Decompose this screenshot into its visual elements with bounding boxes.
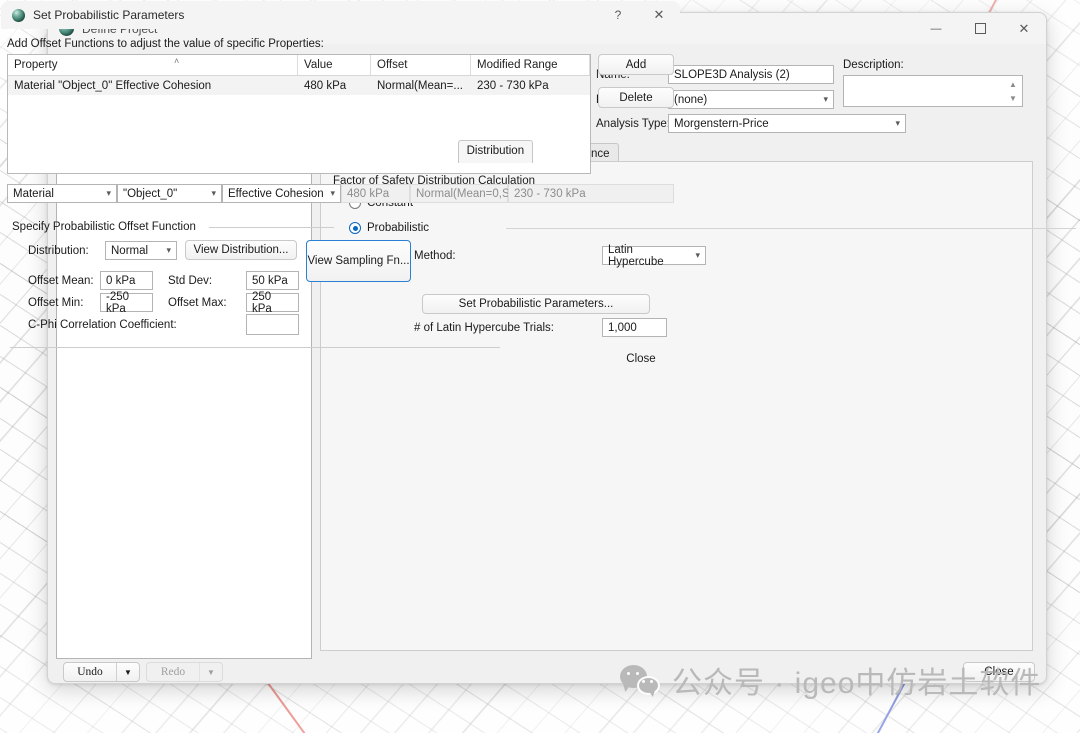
offset-mean-field[interactable]: 0 kPa <box>100 271 153 290</box>
offset-max-label: Offset Max: <box>168 297 227 309</box>
editor-object-value: "Object_0" <box>123 187 178 200</box>
trials-label: # of Latin Hypercube Trials: <box>414 322 554 334</box>
chevron-down-icon: ▾ <box>330 188 335 198</box>
editor-value-field: 480 kPa <box>341 184 410 203</box>
offset-mean-label: Offset Mean: <box>28 275 94 287</box>
offset-max-field[interactable]: 250 kPa <box>246 291 299 315</box>
analysis-type-label: Analysis Type: <box>596 118 670 130</box>
delete-offset-function-button[interactable]: Delete <box>598 87 674 108</box>
parent-dropdown[interactable]: (none) ▾ <box>668 90 834 109</box>
window-controls: — ✕ <box>914 13 1046 44</box>
method-label: Method: <box>414 250 456 262</box>
chevron-down-icon[interactable]: ▼ <box>117 663 139 681</box>
editor-property-dropdown[interactable]: Effective Cohesion ▾ <box>222 184 341 203</box>
chevron-down-icon[interactable]: ▼ <box>200 663 222 681</box>
chevron-down-icon: ▾ <box>695 250 700 260</box>
maximize-icon[interactable] <box>958 13 1002 44</box>
undo-label: Undo <box>64 663 117 681</box>
modal-title: Set Probabilistic Parameters <box>33 8 185 22</box>
name-field[interactable]: SLOPE3D Analysis (2) <box>668 65 834 84</box>
modal-titlebar[interactable]: Set Probabilistic Parameters ? ✕ <box>1 1 680 29</box>
description-scroll-up-icon[interactable]: ▲ <box>1007 78 1019 90</box>
column-header-offset[interactable]: Offset <box>371 55 471 75</box>
modal-window-controls: ? ✕ <box>598 1 680 29</box>
cell-value: 480 kPa <box>304 79 347 92</box>
chevron-down-icon: ▾ <box>823 94 828 104</box>
trials-field[interactable]: 1,000 <box>602 318 667 337</box>
minimize-icon[interactable]: — <box>914 13 958 44</box>
column-header-modified-range[interactable]: Modified Range <box>471 55 590 75</box>
table-header-row: Property Value Offset Modified Range ˄ <box>8 55 590 76</box>
add-offset-function-button[interactable]: Add <box>598 54 674 75</box>
help-icon[interactable]: ? <box>598 1 638 29</box>
table-row[interactable]: Material "Object_0" Effective Cohesion 4… <box>8 76 590 95</box>
distribution-value: Normal <box>111 244 149 257</box>
cell-property: Material "Object_0" Effective Cohesion <box>14 79 212 92</box>
cell-offset: Normal(Mean=... <box>377 79 463 92</box>
cphi-correlation-field[interactable] <box>246 314 299 335</box>
std-dev-label: Std Dev: <box>168 275 213 287</box>
analyses-tree[interactable]: 露天矿-外部导入 3D Geometry SLOPE3D Analysis <box>56 90 312 659</box>
description-scroll-down-icon[interactable]: ▼ <box>1007 92 1019 104</box>
redo-label: Redo <box>147 663 200 681</box>
editor-category-value: Material <box>13 187 54 200</box>
undo-button[interactable]: Undo ▼ <box>63 662 140 682</box>
offset-function-group-title: Specify Probabilistic Offset Function <box>12 221 196 233</box>
chevron-down-icon: ▾ <box>166 245 171 255</box>
chevron-down-icon: ▾ <box>211 188 216 198</box>
offset-min-label: Offset Min: <box>28 297 84 309</box>
editor-category-dropdown[interactable]: Material ▾ <box>7 184 117 203</box>
analysis-type-dropdown[interactable]: Morgenstern-Price ▾ <box>668 114 906 133</box>
view-distribution-button[interactable]: View Distribution... <box>185 240 297 260</box>
std-dev-field[interactable]: 50 kPa <box>246 271 299 290</box>
method-dropdown[interactable]: Latin Hypercube ▾ <box>602 243 706 268</box>
set-probabilistic-parameters-button[interactable]: Set Probabilistic Parameters... <box>422 294 650 314</box>
editor-property-value: Effective Cohesion <box>228 187 324 200</box>
app-sphere-icon <box>12 8 25 22</box>
column-header-property[interactable]: Property <box>8 55 298 75</box>
parent-value: (none) <box>674 93 708 106</box>
chevron-down-icon: ▾ <box>106 188 111 198</box>
view-sampling-fn-button[interactable]: View Sampling Fn... <box>306 240 411 282</box>
redo-button[interactable]: Redo ▼ <box>146 662 223 682</box>
sort-ascending-icon: ˄ <box>174 56 180 66</box>
distribution-dropdown[interactable]: Normal ▾ <box>105 241 177 260</box>
description-label: Description: <box>843 59 904 71</box>
main-close-button[interactable]: Close <box>963 662 1035 682</box>
modal-footer-separator <box>10 347 500 348</box>
cell-modified-range: 230 - 730 kPa <box>477 79 549 92</box>
distribution-tab-panel: Factor of Safety Distribution Calculatio… <box>320 161 1076 651</box>
chevron-down-icon: ▾ <box>895 118 900 128</box>
probabilistic-group-separator <box>506 228 1076 229</box>
probabilistic-radio[interactable] <box>349 222 361 234</box>
analysis-type-value: Morgenstern-Price <box>674 117 769 130</box>
close-icon[interactable]: ✕ <box>1002 13 1046 44</box>
editor-modified-range-field: 230 - 730 kPa <box>508 184 674 203</box>
description-field[interactable] <box>843 75 1023 107</box>
close-icon[interactable]: ✕ <box>638 1 680 29</box>
editor-object-dropdown[interactable]: "Object_0" ▾ <box>117 184 222 203</box>
modal-close-button[interactable]: Close <box>610 348 672 369</box>
cphi-correlation-label: C-Phi Correlation Coefficient: <box>28 319 177 331</box>
editor-offset-field: Normal(Mean=0,St <box>410 184 513 203</box>
tab-distribution[interactable]: Distribution <box>457 140 534 163</box>
offset-function-group-separator <box>209 227 334 228</box>
method-value: Latin Hypercube <box>608 243 664 268</box>
modal-instruction: Add Offset Functions to adjust the value… <box>7 38 324 50</box>
offset-min-field[interactable]: -250 kPa <box>100 291 153 315</box>
probabilistic-radio-row[interactable]: Probabilistic <box>349 222 429 234</box>
column-header-value[interactable]: Value <box>298 55 371 75</box>
distribution-label: Distribution: <box>28 245 89 257</box>
probabilistic-label: Probabilistic <box>367 222 429 234</box>
